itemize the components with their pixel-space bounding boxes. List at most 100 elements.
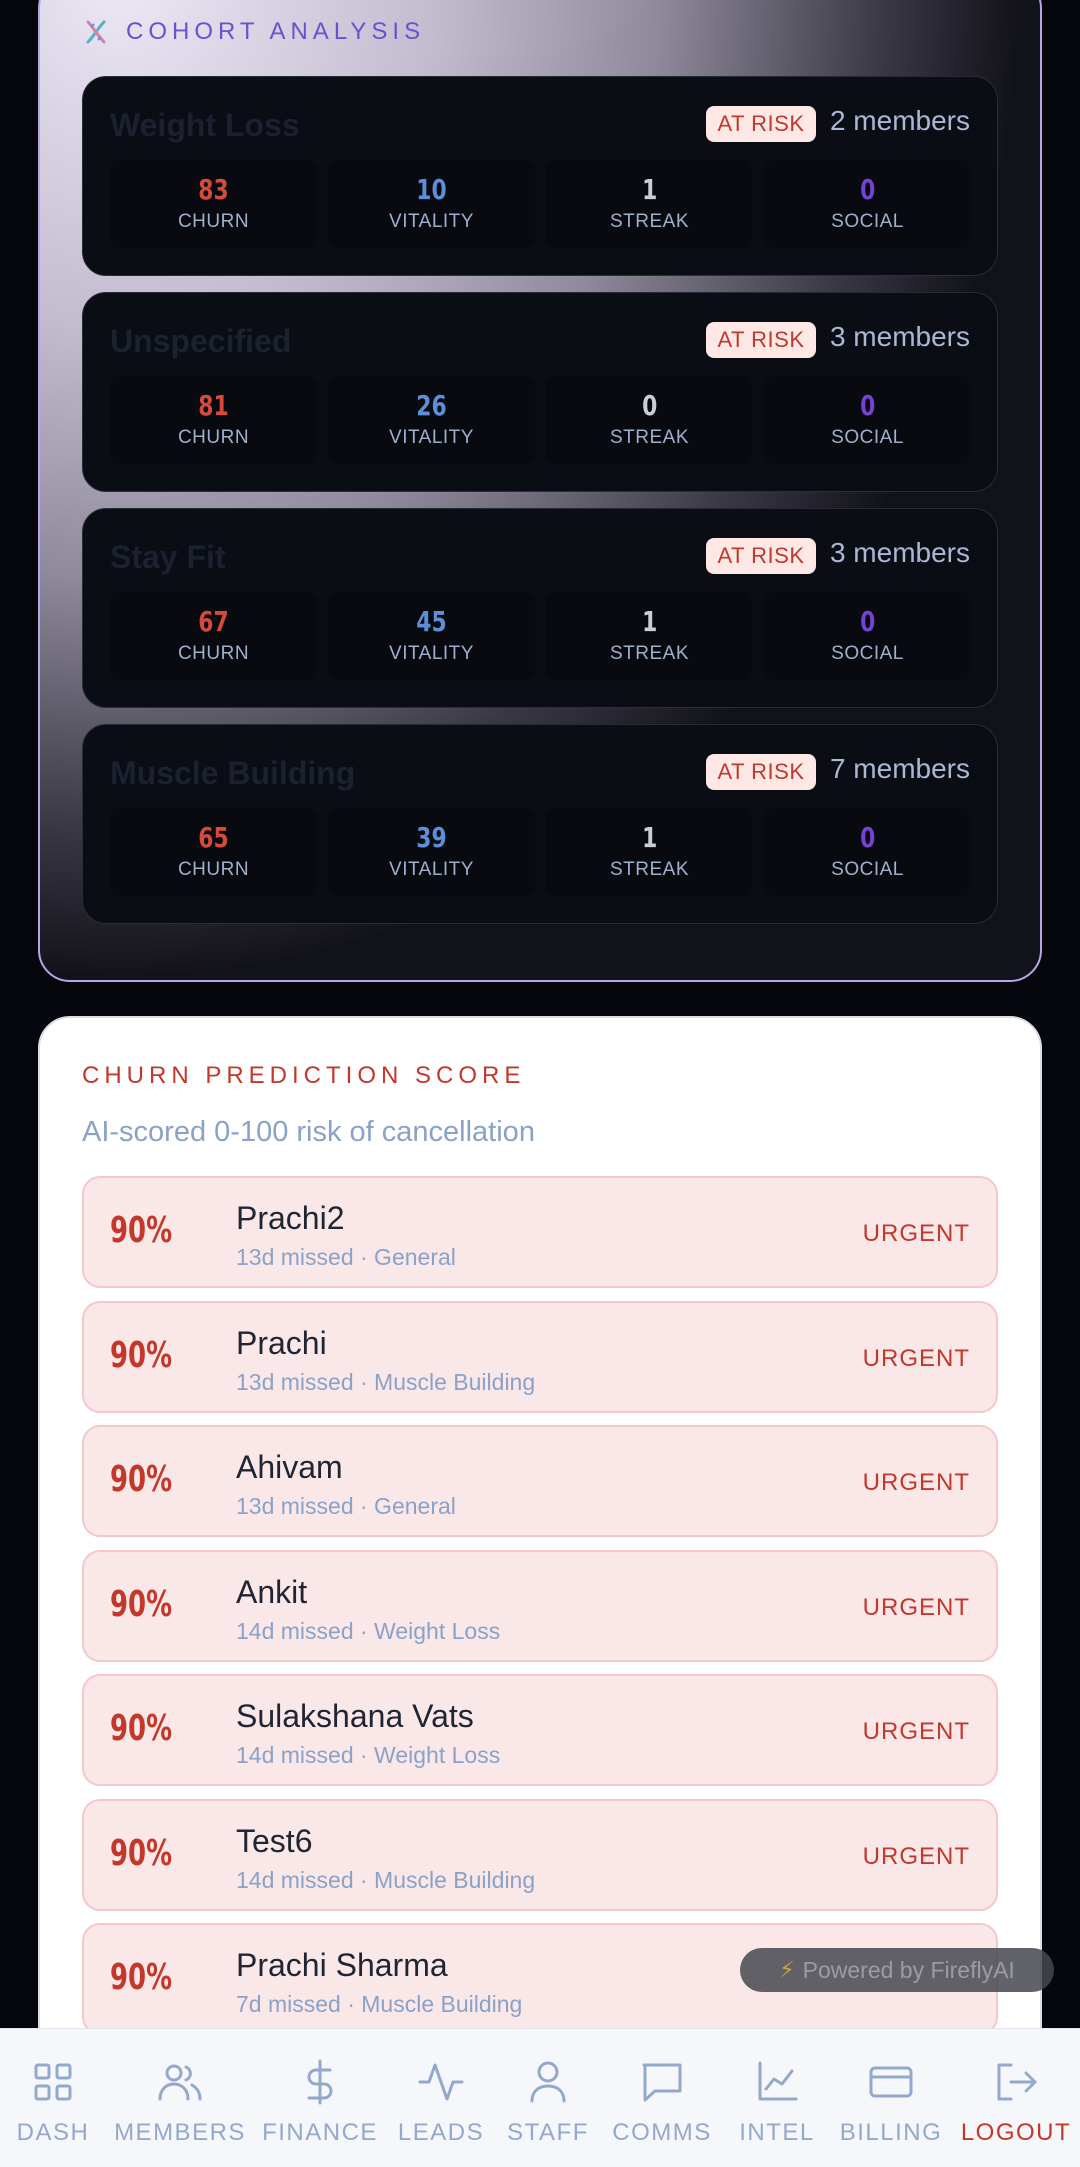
cohort-card[interactable]: Muscle Building AT RISK 7 members 65 CHU…	[82, 724, 998, 924]
lightning-icon: ⚡	[779, 1957, 795, 1982]
member-name: Sulakshana Vats	[236, 1698, 474, 1734]
stat-value-social: 0	[859, 604, 876, 638]
member-meta: 7d missed · Muscle Building	[236, 1991, 523, 2017]
stat-value-churn: 65	[198, 820, 229, 854]
nav-label: FINANCE	[262, 2119, 378, 2146]
stat-value-vitality: 39	[416, 820, 447, 854]
at-risk-badge: AT RISK	[706, 754, 816, 790]
message-icon	[642, 2063, 682, 2102]
churn-subtitle: AI-scored 0-100 risk of cancellation	[82, 1116, 535, 1148]
nav-label: MEMBERS	[114, 2119, 246, 2146]
stat-tile-churn: 83 CHURN	[110, 159, 317, 249]
urgency-status: URGENT	[862, 1842, 970, 1870]
nav-label: COMMS	[612, 2119, 712, 2146]
nav-item-finance[interactable]: FINANCE	[250, 2029, 390, 2167]
cohort-name: Unspecified	[110, 323, 292, 359]
dollar-icon	[307, 2059, 333, 2105]
stat-label-vitality: VITALITY	[389, 859, 474, 881]
members-count: 7 members	[829, 753, 970, 784]
at-risk-badge: AT RISK	[706, 322, 816, 358]
stat-tile-social: 0 SOCIAL	[764, 375, 971, 465]
member-meta: 13d missed · General	[236, 1244, 456, 1270]
member-meta: 14d missed · Muscle Building	[236, 1866, 536, 1893]
stat-tile-churn: 67 CHURN	[110, 591, 317, 681]
nav-item-logout[interactable]: LOGOUT	[946, 2029, 1080, 2167]
stat-value-social: 0	[859, 172, 876, 206]
churn-score: 90%	[110, 1334, 173, 1376]
churn-row[interactable]: 90% Ankit 14d missed · Weight Loss URGEN…	[82, 1549, 998, 1662]
powered-by-text: Powered by FireflyAI	[802, 1956, 1015, 1983]
stat-tile-streak: 1 STREAK	[546, 159, 753, 249]
stat-label-vitality: VITALITY	[389, 211, 474, 233]
cohort-title: COHORT ANALYSIS	[126, 18, 426, 45]
cohort-card[interactable]: Weight Loss AT RISK 2 members 83 CHURN 1…	[82, 76, 998, 276]
stat-label-churn: CHURN	[177, 427, 250, 449]
member-name: Prachi	[236, 1324, 327, 1361]
user-icon	[530, 2061, 566, 2103]
churn-score: 90%	[110, 1583, 173, 1625]
nav-label: INTEL	[739, 2119, 815, 2146]
stat-value-churn: 67	[198, 604, 229, 638]
stat-value-vitality: 45	[416, 604, 447, 638]
stat-label-streak: STREAK	[609, 427, 690, 449]
nav-item-dash[interactable]: DASH	[0, 2029, 123, 2167]
stat-value-churn: 83	[198, 172, 229, 206]
activity-icon	[418, 2063, 464, 2101]
stat-tile-social: 0 SOCIAL	[764, 159, 971, 249]
stat-tile-vitality: 39 VITALITY	[328, 807, 535, 897]
bottom-nav: DASH MEMBERS FINANCE LEADS STAFF COMMS I…	[0, 2028, 1080, 2167]
nav-label: STAFF	[507, 2119, 589, 2146]
stats-row: 65 CHURN 39 VITALITY 1 STREAK 0 SOCIAL	[110, 807, 971, 897]
nav-label: LEADS	[397, 2119, 485, 2146]
stat-label-streak: STREAK	[609, 211, 690, 233]
churn-row[interactable]: 90% Ahivam 13d missed · General URGENT	[82, 1425, 998, 1537]
nav-label: BILLING	[839, 2119, 943, 2146]
nav-item-billing[interactable]: BILLING	[821, 2029, 961, 2167]
stat-value-social: 0	[859, 388, 876, 422]
stat-tile-social: 0 SOCIAL	[764, 807, 971, 897]
urgency-status: URGENT	[862, 1344, 970, 1372]
churn-row[interactable]: 90% Prachi2 13d missed · General URGENT	[82, 1176, 998, 1288]
at-risk-badge: AT RISK	[706, 106, 816, 142]
nav-label: DASH	[16, 2119, 90, 2146]
stat-value-churn: 81	[198, 388, 229, 422]
member-name: Test6	[236, 1822, 313, 1859]
nav-item-members[interactable]: MEMBERS	[110, 2029, 250, 2167]
cohort-analysis-panel: COHORT ANALYSIS Weight Loss AT RISK 2 me…	[38, 0, 1042, 982]
cohort-name: Muscle Building	[110, 755, 356, 791]
stat-label-social: SOCIAL	[831, 859, 904, 881]
member-meta: 13d missed · Muscle Building	[236, 1368, 536, 1395]
member-meta: 13d missed · General	[236, 1493, 456, 1519]
churn-row[interactable]: 90% Test6 14d missed · Muscle Building U…	[82, 1798, 998, 1911]
cohort-name: Stay Fit	[110, 539, 226, 575]
members-count: 2 members	[829, 105, 970, 136]
churn-row[interactable]: 90% Sulakshana Vats 14d missed · Weight …	[82, 1674, 998, 1786]
stat-tile-churn: 81 CHURN	[110, 375, 317, 465]
stat-value-streak: 0	[641, 388, 658, 422]
stats-row: 83 CHURN 10 VITALITY 1 STREAK 0 SOCIAL	[110, 159, 971, 249]
grid-icon	[34, 2063, 72, 2101]
member-meta: 14d missed · Weight Loss	[236, 1742, 501, 1768]
users-icon	[158, 2064, 202, 2101]
chart-icon	[758, 2061, 798, 2101]
stat-tile-churn: 65 CHURN	[110, 807, 317, 897]
stat-value-streak: 1	[641, 604, 658, 638]
member-meta: 14d missed · Weight Loss	[236, 1617, 501, 1644]
churn-score: 90%	[110, 1708, 173, 1749]
member-name: Ankit	[236, 1573, 308, 1610]
stat-label-streak: STREAK	[609, 859, 690, 881]
cohort-card[interactable]: Stay Fit AT RISK 3 members 67 CHURN 45 V…	[82, 508, 998, 708]
stat-tile-social: 0 SOCIAL	[764, 591, 971, 681]
cohort-card[interactable]: Unspecified AT RISK 3 members 81 CHURN 2…	[82, 292, 998, 492]
stat-label-social: SOCIAL	[831, 427, 904, 449]
powered-by-badge[interactable]: ⚡ Powered by FireflyAI	[740, 1948, 1054, 1992]
stat-tile-streak: 1 STREAK	[546, 591, 753, 681]
urgency-status: URGENT	[862, 1718, 970, 1745]
cohort-name: Weight Loss	[110, 107, 300, 143]
churn-score: 90%	[110, 1459, 173, 1500]
members-count: 3 members	[829, 537, 970, 568]
churn-row[interactable]: 90% Prachi 13d missed · Muscle Building …	[82, 1300, 998, 1413]
stat-value-vitality: 26	[416, 388, 447, 422]
stat-tile-streak: 0 STREAK	[546, 375, 753, 465]
stat-value-vitality: 10	[416, 172, 447, 206]
